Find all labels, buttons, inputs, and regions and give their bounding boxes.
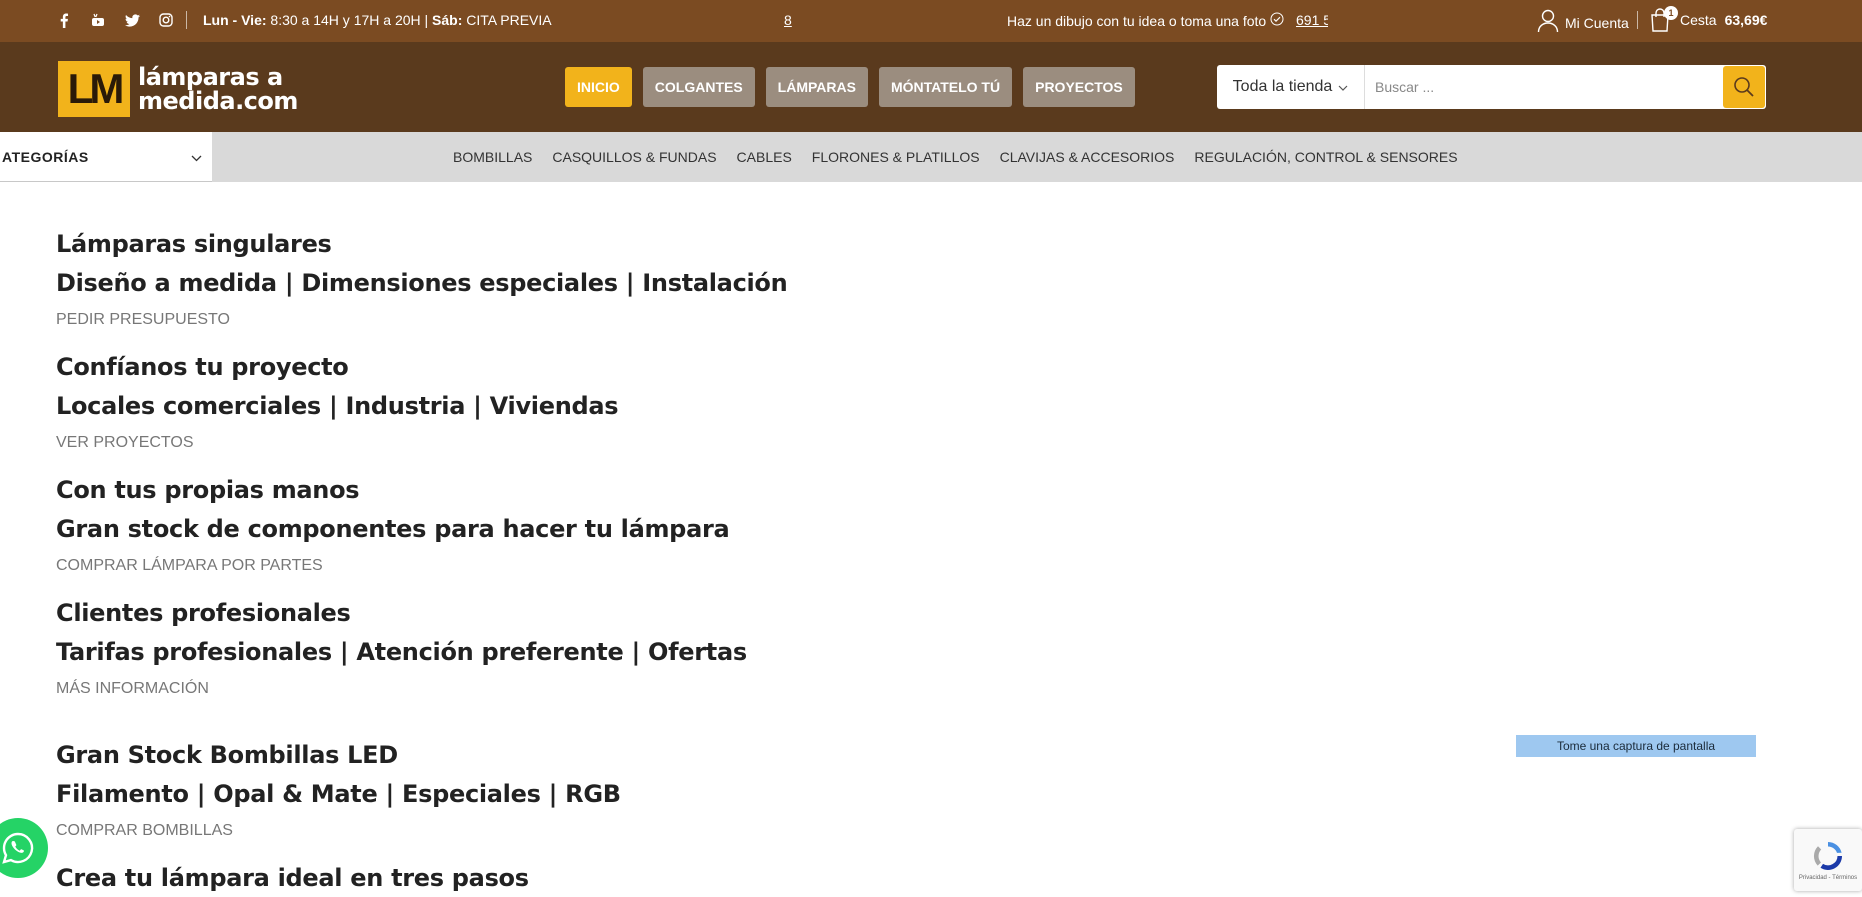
marquee-number[interactable]: 8 <box>784 12 792 28</box>
promo-text: Haz un dibujo con tu idea o toma una fot… <box>1007 12 1267 29</box>
nav-inicio[interactable]: INICIO <box>565 67 632 107</box>
twitter-icon[interactable] <box>124 12 140 28</box>
block-subtitle: Gran stock de componentes para hacer tu … <box>56 515 730 543</box>
screenshot-button[interactable]: Tome una captura de pantalla <box>1516 735 1756 757</box>
logo-line-2: medida.com <box>138 87 298 115</box>
category-link-regulacion[interactable]: REGULACIÓN, CONTROL & SENSORES <box>1194 149 1457 165</box>
category-link-florones[interactable]: FLORONES & PLATILLOS <box>812 149 980 165</box>
nav-montatelo-tu[interactable]: MÓNTATELO TÚ <box>878 67 1013 107</box>
block-subtitle: Locales comerciales | Industria | Vivien… <box>56 392 619 420</box>
block-title: Confíanos tu proyecto <box>56 353 349 381</box>
promo-message: Haz un dibujo con tu idea o toma una fot… <box>1007 12 1284 29</box>
logo-text: lámparas a medida.com <box>138 65 298 113</box>
search-button[interactable] <box>1723 66 1765 108</box>
cart: 1 <box>1650 6 1678 32</box>
promo-block: Clientes profesionales Tarifas profesion… <box>56 599 856 698</box>
search-icon <box>1734 77 1754 97</box>
block-link[interactable]: PEDIR PRESUPUESTO <box>56 311 856 329</box>
hours-label: Lun - Vie: <box>203 12 267 28</box>
category-link-bombillas[interactable]: BOMBILLAS <box>453 149 532 165</box>
search-field <box>1365 65 1722 109</box>
category-bar: ATEGORÍAS BOMBILLAS CASQUILLOS & FUNDAS … <box>0 132 1862 182</box>
categories-dropdown[interactable]: ATEGORÍAS <box>0 132 212 182</box>
nav-colgantes[interactable]: COLGANTES <box>642 67 755 107</box>
promo-block: Gran Stock Bombillas LED Filamento | Opa… <box>56 741 856 840</box>
search-input[interactable] <box>1375 79 1722 95</box>
nav-proyectos[interactable]: PROYECTOS <box>1023 67 1135 107</box>
category-link-cables[interactable]: CABLES <box>737 149 792 165</box>
nav-lamparas[interactable]: LÁMPARAS <box>765 67 868 107</box>
block-subtitle: Tarifas profesionales | Atención prefere… <box>56 638 747 666</box>
block-title: Con tus propias manos <box>56 476 360 504</box>
block-link[interactable]: MÁS INFORMACIÓN <box>56 680 856 698</box>
recaptcha-text: Privacidad - Términos <box>1798 875 1858 881</box>
search-scope-value: Toda la tienda <box>1232 78 1333 95</box>
recaptcha-badge[interactable]: Privacidad - Términos <box>1794 829 1862 891</box>
block-link[interactable]: COMPRAR LÁMPARA POR PARTES <box>56 557 856 575</box>
promo-block: Crea tu lámpara ideal en tres pasos <box>56 864 856 892</box>
opening-hours: Lun - Vie: 8:30 a 14H y 17H a 20H | Sáb:… <box>203 12 552 28</box>
block-title: Crea tu lámpara ideal en tres pasos <box>56 864 529 892</box>
divider <box>186 11 187 29</box>
promo-block: Lámparas singulares Diseño a medida | Di… <box>56 230 856 329</box>
block-title: Gran Stock Bombillas LED <box>56 741 398 769</box>
top-bar: Lun - Vie: 8:30 a 14H y 17H a 20H | Sáb:… <box>0 0 1862 42</box>
logo-line-1: lámparas a <box>138 63 283 91</box>
categories-label: ATEGORÍAS <box>2 148 89 165</box>
chevron-down-icon <box>1338 78 1348 96</box>
cart-label: Cesta <box>1680 12 1717 28</box>
cart-link[interactable]: 1 Cesta 63,69€ <box>1650 6 1768 32</box>
chevron-down-icon <box>191 149 202 165</box>
logo-mark: LM <box>58 61 130 117</box>
search-scope-select[interactable]: Toda la tienda <box>1217 65 1365 109</box>
youtube-icon[interactable] <box>90 12 106 28</box>
phone-link[interactable]: 691 5 <box>1296 12 1328 28</box>
whatsapp-icon <box>2 832 34 864</box>
block-subtitle: Filamento | Opal & Mate | Especiales | R… <box>56 780 621 808</box>
promo-block: Confíanos tu proyecto Locales comerciale… <box>56 353 856 452</box>
category-links: BOMBILLAS CASQUILLOS & FUNDAS CABLES FLO… <box>453 132 1458 182</box>
search-bar: Toda la tienda <box>1217 65 1766 109</box>
category-link-clavijas[interactable]: CLAVIJAS & ACCESORIOS <box>1000 149 1175 165</box>
block-link[interactable]: VER PROYECTOS <box>56 434 856 452</box>
user-icon <box>1537 9 1559 36</box>
divider <box>1637 11 1638 29</box>
block-subtitle: Diseño a medida | Dimensiones especiales… <box>56 269 788 297</box>
cart-total: 63,69€ <box>1724 12 1768 28</box>
recaptcha-icon <box>1813 842 1842 870</box>
category-link-casquillos[interactable]: CASQUILLOS & FUNDAS <box>552 149 716 165</box>
site-logo[interactable]: LM lámparas a medida.com <box>58 61 298 117</box>
block-title: Lámparas singulares <box>56 230 332 258</box>
main-header: LM lámparas a medida.com INICIO COLGANTE… <box>0 42 1862 132</box>
facebook-icon[interactable] <box>56 12 72 28</box>
main-nav: INICIO COLGANTES LÁMPARAS MÓNTATELO TÚ P… <box>565 67 1135 107</box>
cart-count-badge: 1 <box>1664 6 1678 20</box>
promo-block: Con tus propias manos Gran stock de comp… <box>56 476 856 575</box>
account-label: Mi Cuenta <box>1565 14 1629 31</box>
saturday-label: Sáb: <box>432 12 463 28</box>
whatsapp-button[interactable] <box>0 818 48 878</box>
block-link[interactable]: COMPRAR BOMBILLAS <box>56 822 856 840</box>
check-circle-icon <box>1270 12 1284 29</box>
social-links <box>56 12 174 28</box>
block-title: Clientes profesionales <box>56 599 351 627</box>
account-link[interactable]: Mi Cuenta <box>1537 9 1629 36</box>
saturday-value: CITA PREVIA <box>462 12 552 28</box>
instagram-icon[interactable] <box>158 12 174 28</box>
hours-value: 8:30 a 14H y 17H a 20H | <box>266 12 433 28</box>
